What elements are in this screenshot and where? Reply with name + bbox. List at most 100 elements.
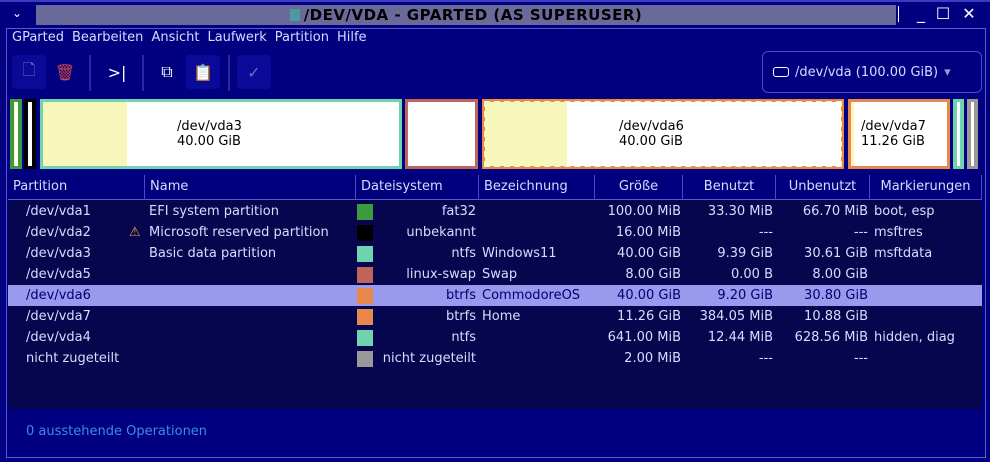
table-row[interactable]: /dev/vda4 ntfs 641.00 MiB 12.44 MiB 628.56 M… — [8, 327, 982, 348]
flags-cell: boot, esp — [874, 204, 935, 219]
disk-map-segment[interactable] — [967, 99, 978, 169]
device-selector[interactable]: /dev/vda (100.00 GiB) ▾ — [762, 51, 982, 93]
unused-cell: 10.88 GiB — [804, 309, 868, 324]
disk-map-segment[interactable] — [405, 99, 478, 169]
name-cell — [149, 348, 359, 369]
filesystem-color-swatch — [357, 288, 373, 304]
partition-cell: /dev/vda1 — [26, 204, 91, 219]
minimize-button[interactable]: _ — [912, 4, 930, 23]
segment-size: 40.00 GiB — [177, 134, 241, 149]
partition-table: Partition Name Dateisystem Bezeichnung Größe… — [8, 175, 982, 409]
window-title-text: /DEV/VDA - GPARTED (AS SUPERUSER) — [303, 6, 643, 24]
table-header: Partition Name Dateisystem Bezeichnung Größe… — [8, 175, 982, 200]
pending-operations-status: 0 ausstehende Operationen — [26, 424, 208, 439]
flags-cell — [874, 285, 984, 306]
used-cell: 0.00 B — [731, 267, 773, 282]
filesystem-cell: btrfs — [445, 288, 476, 303]
disk-map-segment[interactable] — [10, 99, 22, 169]
column-header[interactable]: Dateisystem — [356, 175, 479, 200]
flags-cell — [874, 348, 984, 369]
table-row[interactable]: /dev/vda5 linux-swap Swap 8.00 GiB 0.00 B 8.0… — [8, 264, 982, 285]
column-header[interactable]: Markierungen — [870, 175, 982, 200]
maximize-button[interactable]: ☐ — [934, 4, 952, 23]
size-cell: 8.00 GiB — [625, 267, 681, 282]
segment-size: 40.00 GiB — [619, 134, 683, 149]
menu-partition[interactable]: Partition — [275, 30, 329, 48]
filesystem-color-swatch — [357, 267, 373, 283]
table-row[interactable]: /dev/vda6 btrfs CommodoreOS 40.00 GiB 9.20 G… — [8, 285, 982, 306]
resize-move-icon[interactable]: >| — [100, 55, 134, 89]
disk-map-segment[interactable] — [953, 99, 964, 169]
table-row[interactable]: /dev/vda3 Basic data partition ntfs Windows… — [8, 243, 982, 264]
menu-bearbeiten[interactable]: Bearbeiten — [72, 30, 143, 48]
column-header[interactable]: Größe — [595, 175, 683, 200]
filesystem-color-swatch — [357, 204, 373, 220]
chevron-down-icon: ▾ — [944, 64, 951, 80]
name-cell: EFI system partition — [149, 204, 279, 219]
label-cell — [482, 348, 598, 369]
column-header[interactable]: Bezeichnung — [479, 175, 595, 200]
label-cell: Swap — [482, 267, 518, 282]
window-title: /DEV/VDA - GPARTED (AS SUPERUSER) — [36, 5, 896, 25]
table-row[interactable]: /dev/vda1 EFI system partition fat32 100.00… — [8, 201, 982, 222]
used-cell: 9.20 GiB — [717, 288, 773, 303]
close-button[interactable]: ✕ — [960, 4, 978, 23]
new-partition-icon[interactable]: 🗋 — [12, 55, 46, 89]
unused-cell: --- — [853, 351, 868, 366]
column-header[interactable]: Partition — [8, 175, 145, 200]
column-header[interactable]: Name — [145, 175, 356, 200]
disk-map-segment[interactable] — [24, 99, 36, 169]
unused-cell: 66.70 MiB — [802, 204, 868, 219]
name-cell — [149, 264, 359, 285]
copy-icon[interactable]: ⧉ — [150, 55, 184, 89]
flags-cell: msftres — [874, 225, 923, 240]
partition-cell: nicht zugeteilt — [26, 351, 120, 366]
delete-icon[interactable]: 🗑 — [48, 55, 82, 89]
size-cell: 641.00 MiB — [607, 330, 681, 345]
menu-bar: GParted Bearbeiten Ansicht Laufwerk Partitio… — [12, 30, 367, 48]
unused-cell: 30.80 GiB — [804, 288, 868, 303]
size-cell: 100.00 MiB — [607, 204, 681, 219]
used-cell: --- — [758, 225, 773, 240]
label-cell — [482, 327, 598, 348]
app-icon — [289, 9, 300, 21]
title-divider — [898, 6, 899, 22]
collapse-menu-button[interactable]: ⌄ — [12, 6, 28, 22]
apply-icon[interactable]: ✓ — [237, 55, 271, 89]
partition-cell: /dev/vda7 — [26, 309, 91, 324]
segment-name: /dev/vda3 — [177, 119, 242, 134]
disk-map-segment[interactable]: /dev/vda7 11.26 GiB — [848, 99, 950, 169]
size-cell: 11.26 GiB — [617, 309, 681, 324]
flags-cell — [874, 264, 984, 285]
name-cell — [149, 285, 359, 306]
filesystem-cell: btrfs — [445, 309, 476, 324]
label-cell: Home — [482, 309, 521, 324]
filesystem-color-swatch — [357, 351, 373, 367]
size-cell: 40.00 GiB — [617, 246, 681, 261]
label-cell — [482, 222, 598, 243]
paste-icon[interactable]: 📋 — [186, 55, 220, 89]
table-row[interactable]: /dev/vda2 ⚠ Microsoft reserved partition un… — [8, 222, 982, 243]
used-cell: 9.39 GiB — [717, 246, 773, 261]
used-cell: 33.30 MiB — [707, 204, 773, 219]
table-row[interactable]: nicht zugeteilt nicht zugeteilt 2.00 MiB --… — [8, 348, 982, 369]
disk-map-segment[interactable]: /dev/vda6 40.00 GiB — [482, 99, 844, 169]
size-cell: 2.00 MiB — [624, 351, 681, 366]
menu-gparted[interactable]: GParted — [12, 30, 64, 48]
disk-map-segment[interactable]: /dev/vda3 40.00 GiB — [40, 99, 402, 169]
column-header[interactable]: Benutzt — [683, 175, 776, 200]
filesystem-color-swatch — [357, 246, 373, 262]
partition-cell: /dev/vda5 — [26, 267, 91, 282]
menu-hilfe[interactable]: Hilfe — [337, 30, 367, 48]
table-row[interactable]: /dev/vda7 btrfs Home 11.26 GiB 384.05 MiB 10.… — [8, 306, 982, 327]
filesystem-cell: nicht zugeteilt — [382, 351, 476, 366]
segment-name: /dev/vda7 — [861, 119, 926, 134]
filesystem-cell: fat32 — [441, 204, 476, 219]
menu-ansicht[interactable]: Ansicht — [151, 30, 199, 48]
menu-laufwerk[interactable]: Laufwerk — [207, 30, 266, 48]
name-cell — [149, 327, 359, 348]
used-cell: 12.44 MiB — [707, 330, 773, 345]
column-header[interactable]: Unbenutzt — [776, 175, 870, 200]
warning-icon: ⚠ — [129, 225, 141, 240]
label-cell — [482, 201, 598, 222]
